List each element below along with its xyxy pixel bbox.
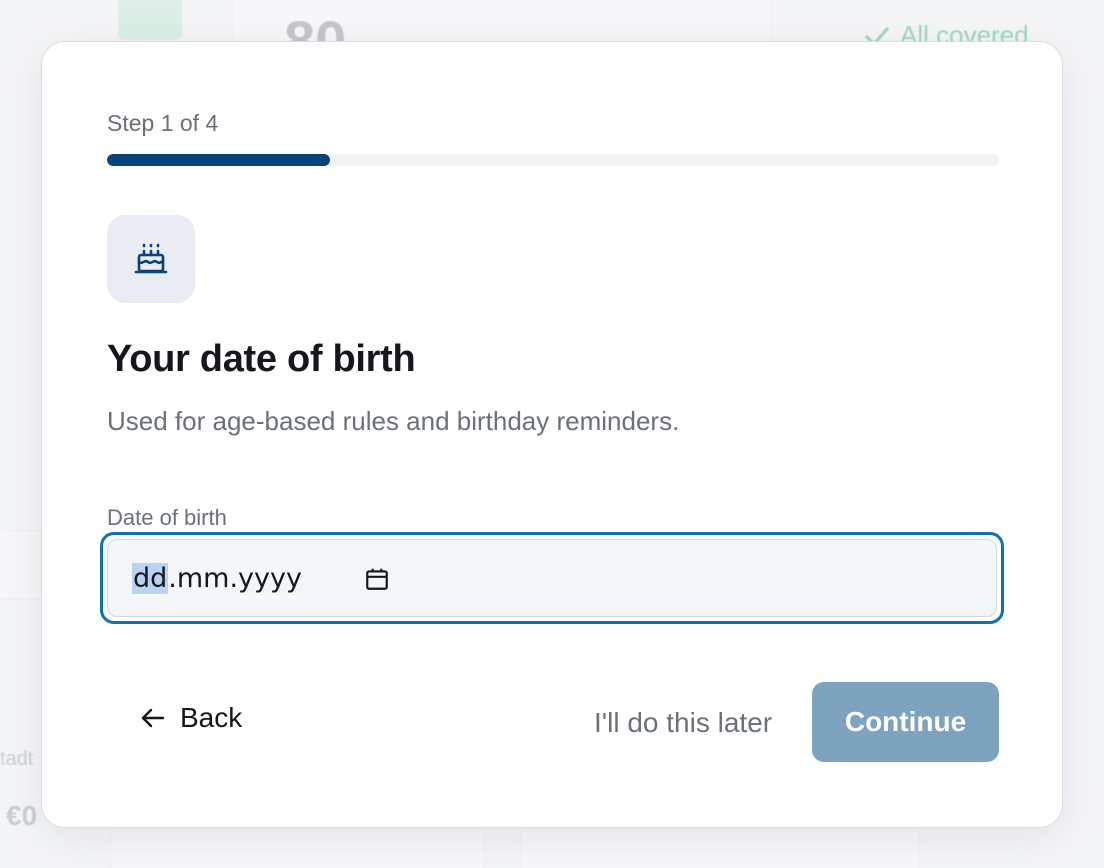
- date-segment-rest[interactable]: .mm.yyyy: [168, 563, 302, 594]
- skip-later-button[interactable]: I'll do this later: [594, 707, 772, 739]
- date-segment-day[interactable]: dd: [132, 562, 169, 594]
- progress-bar: [107, 154, 999, 166]
- page-subtitle: Used for age-based rules and birthday re…: [107, 406, 680, 436]
- background-left-label: tadt: [0, 748, 34, 770]
- background-card: [110, 830, 485, 868]
- date-of-birth-field[interactable]: dd .mm.yyyy: [100, 532, 1004, 624]
- background-chart-bar: [118, 0, 182, 40]
- step-indicator: Step 1 of 4: [107, 110, 219, 136]
- date-of-birth-label: Date of birth: [107, 505, 227, 530]
- progress-bar-fill: [107, 154, 330, 166]
- step-icon-tile: [107, 215, 195, 303]
- continue-button[interactable]: Continue: [812, 682, 999, 762]
- onboarding-modal: Step 1 of 4 Your date of birth Used for …: [41, 41, 1063, 828]
- back-button-label: Back: [180, 702, 243, 733]
- back-button[interactable]: Back: [140, 702, 242, 734]
- date-of-birth-input[interactable]: dd .mm.yyyy: [107, 539, 997, 617]
- arrow-left-icon: [141, 708, 165, 728]
- calendar-icon[interactable]: [364, 566, 390, 592]
- background-card: [520, 830, 920, 868]
- page-title: Your date of birth: [107, 338, 416, 380]
- birthday-cake-icon: [134, 243, 168, 274]
- background-left-amount: €0: [6, 800, 38, 831]
